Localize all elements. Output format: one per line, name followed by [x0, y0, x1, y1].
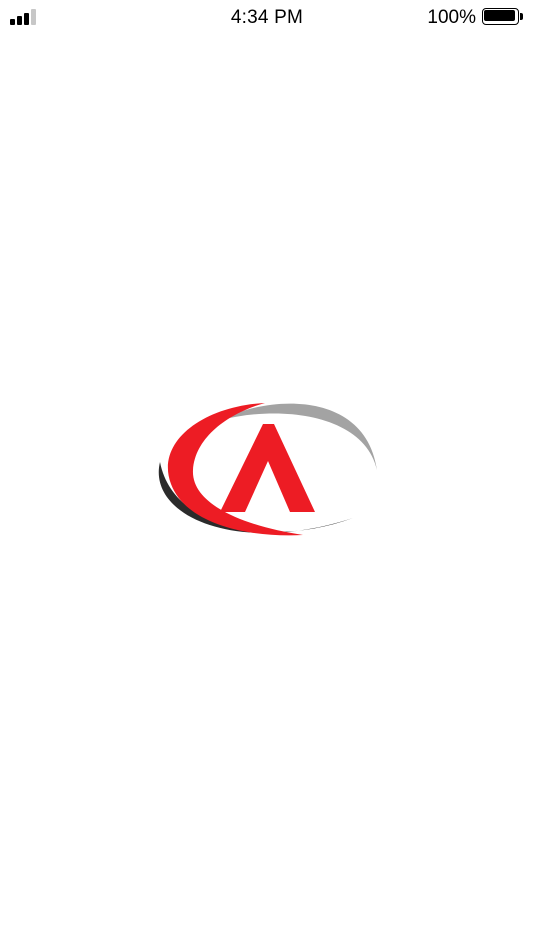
status-bar: 4:34 PM 100%: [0, 0, 534, 36]
battery-icon: [482, 8, 524, 27]
red-a-swoosh-logo-icon: [158, 403, 377, 536]
battery-percentage: 100%: [427, 7, 476, 28]
splash-screen: 4:34 PM 100%: [0, 0, 534, 950]
app-logo: [155, 398, 379, 554]
